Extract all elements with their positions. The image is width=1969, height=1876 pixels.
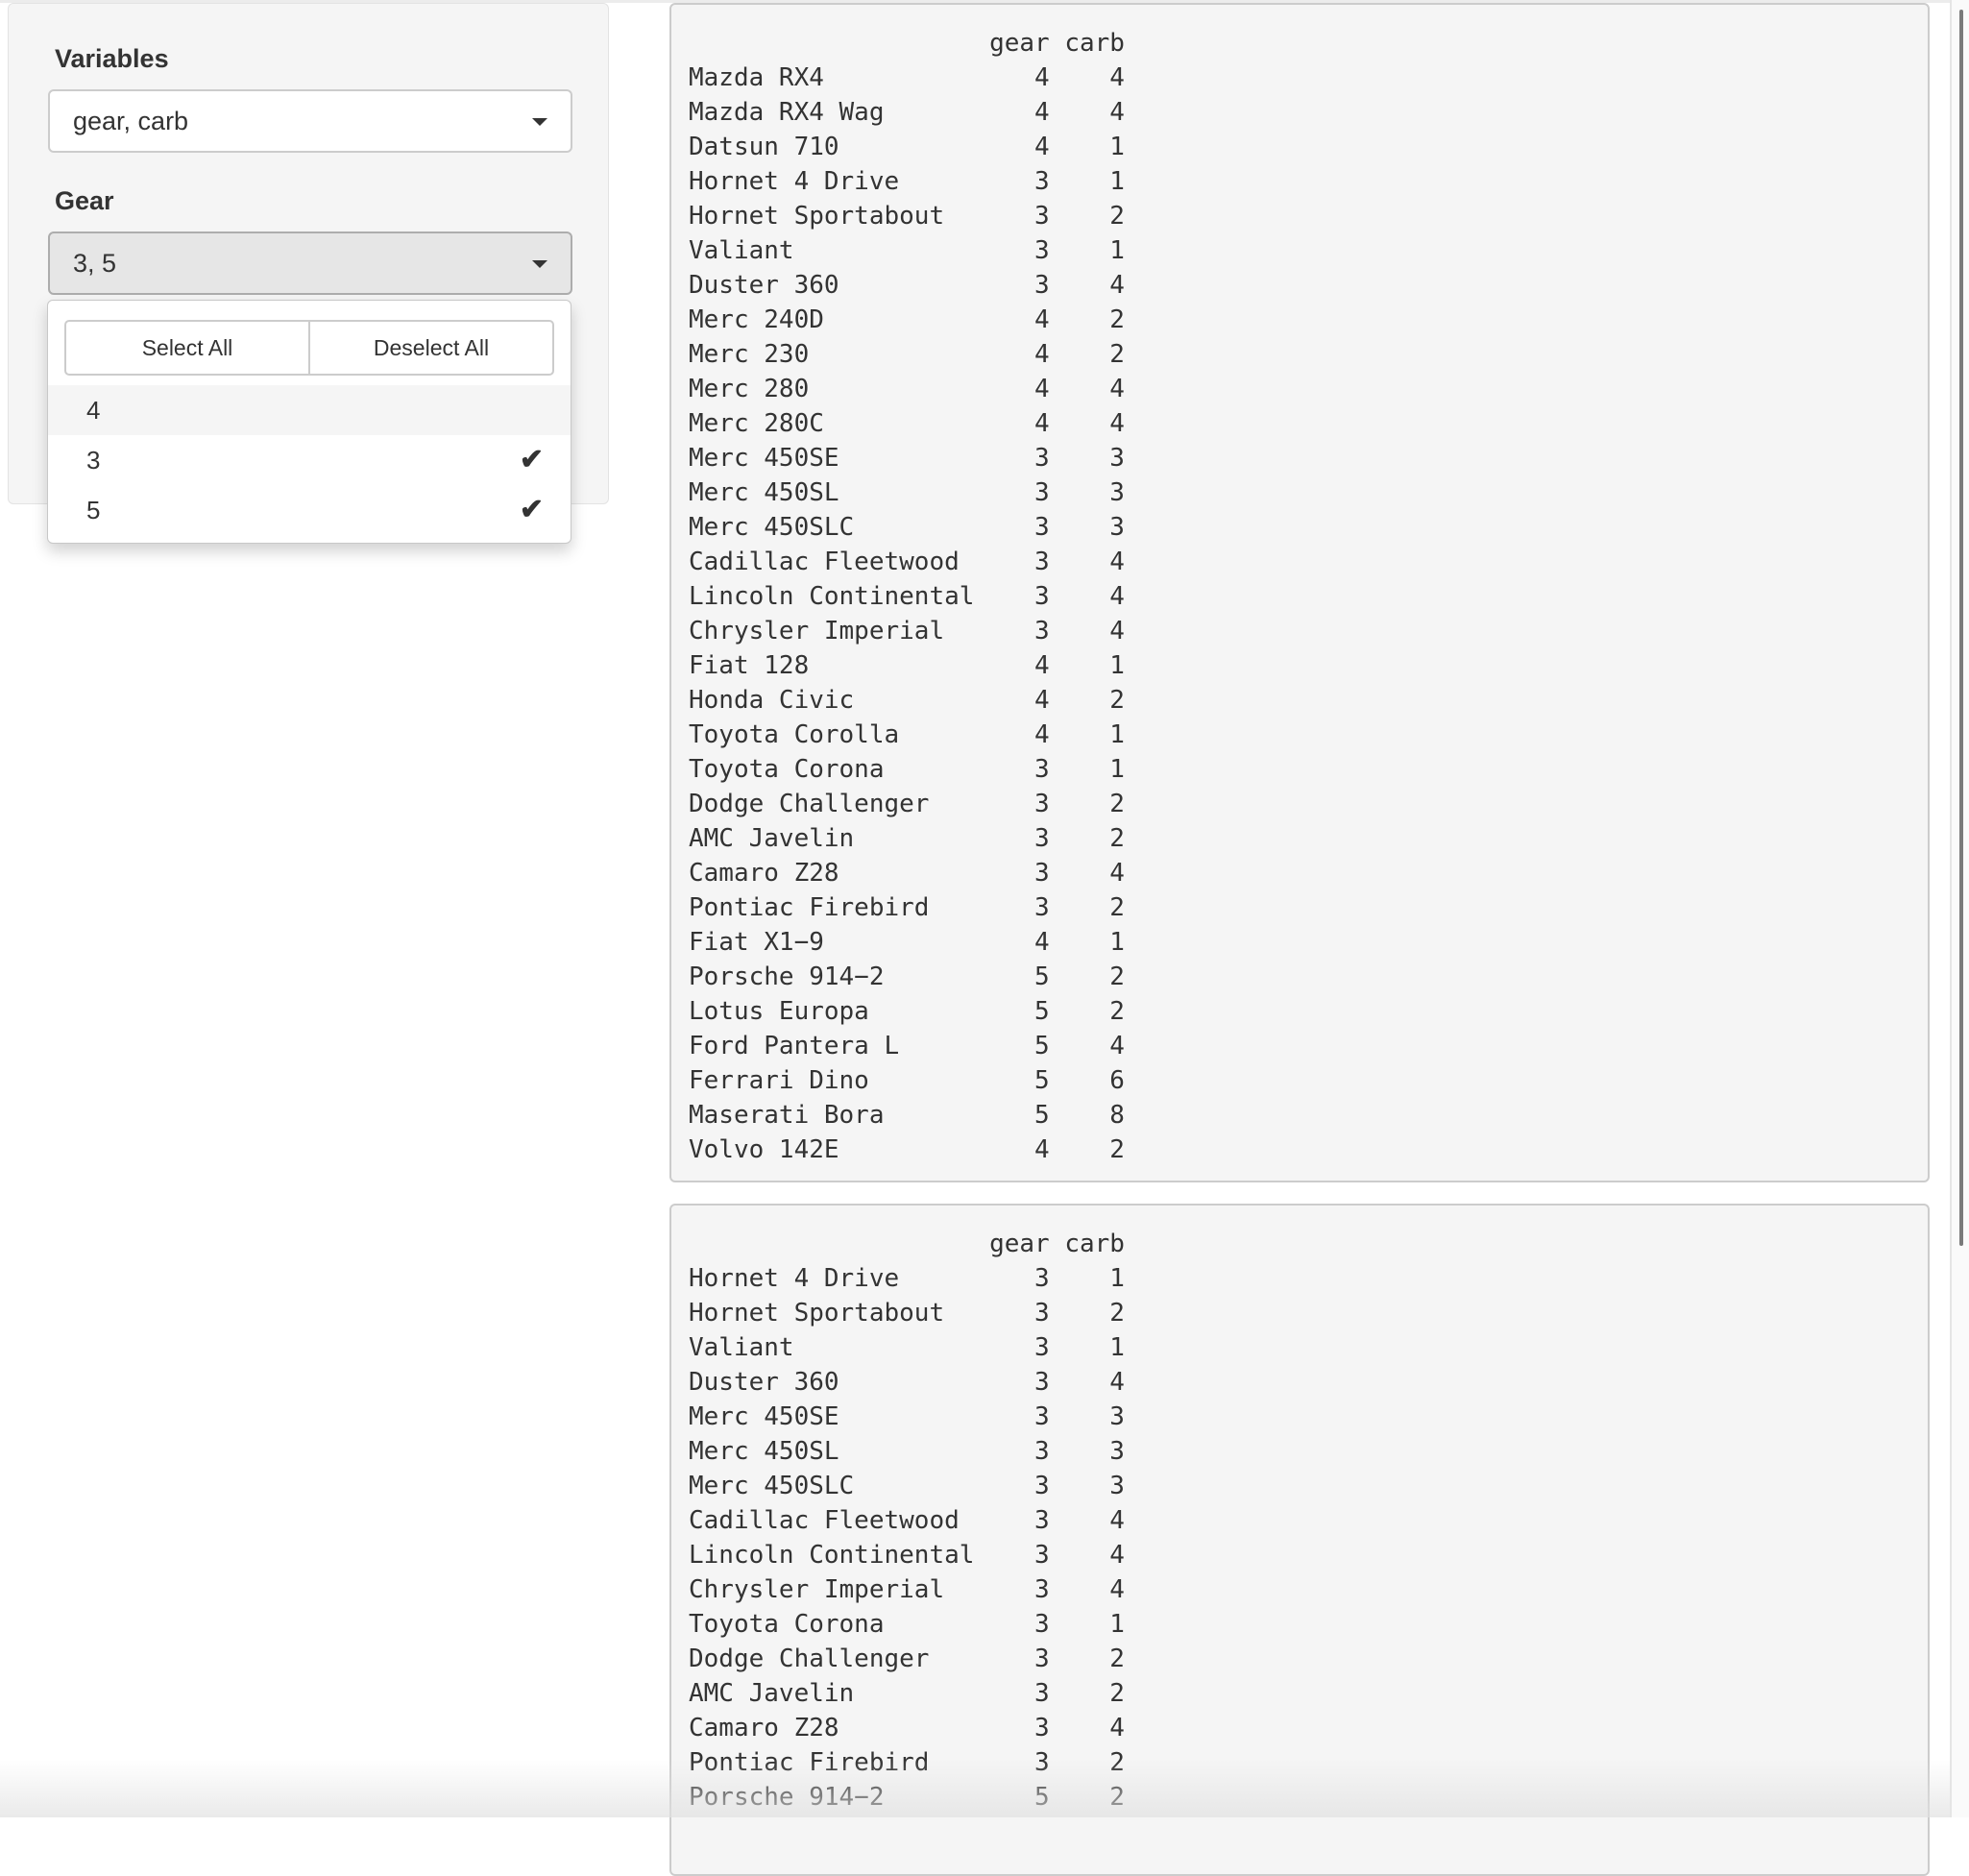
gear-option-label: 4 <box>86 396 101 425</box>
caret-down-icon <box>532 118 547 126</box>
checkmark-icon: ✔ <box>519 494 544 525</box>
table-row: Camaro Z28 3 4 <box>689 859 1125 888</box>
table-row: Cadillac Fleetwood 3 4 <box>689 1506 1125 1535</box>
gear-select[interactable]: 3, 5 <box>48 231 572 295</box>
variables-select[interactable]: gear, carb <box>48 89 572 153</box>
table-row: Merc 450SE 3 3 <box>689 1402 1125 1431</box>
table-row: Chrysler Imperial 3 4 <box>689 617 1125 646</box>
table-row: Hornet 4 Drive 3 1 <box>689 167 1125 196</box>
table-row: Merc 280 4 4 <box>689 375 1125 403</box>
table-row: Merc 450SLC 3 3 <box>689 1472 1125 1500</box>
output-panel-filtered: gear carb Hornet 4 Drive 3 1 Hornet Sporta… <box>669 1204 1930 1876</box>
table-row: Fiat 128 4 1 <box>689 651 1125 680</box>
scrollbar-thumb[interactable] <box>1959 10 1963 1246</box>
table-row: Ford Pantera L 5 4 <box>689 1032 1125 1060</box>
table-header: gear carb <box>689 1230 1125 1258</box>
table-row: Valiant 3 1 <box>689 1333 1125 1362</box>
table-row: Hornet Sportabout 3 2 <box>689 1299 1125 1328</box>
table-row: Toyota Corolla 4 1 <box>689 720 1125 749</box>
table-row: Dodge Challenger 3 2 <box>689 790 1125 818</box>
variables-label: Variables <box>55 44 169 73</box>
variables-select-value: gear, carb <box>73 107 189 135</box>
table-row: Chrysler Imperial 3 4 <box>689 1575 1125 1604</box>
gear-select-value: 3, 5 <box>73 249 117 278</box>
table-row: Merc 450SE 3 3 <box>689 444 1125 473</box>
table-row: AMC Javelin 3 2 <box>689 1679 1125 1708</box>
caret-down-icon <box>532 260 547 268</box>
table-row: Pontiac Firebird 3 2 <box>689 1748 1125 1777</box>
table-row: Merc 280C 4 4 <box>689 409 1125 438</box>
table-row: Mazda RX4 4 4 <box>689 63 1125 92</box>
deselect-all-button[interactable]: Deselect All <box>310 320 554 376</box>
table-row: Merc 240D 4 2 <box>689 305 1125 334</box>
gear-option-label: 3 <box>86 446 101 475</box>
table-row: Cadillac Fleetwood 3 4 <box>689 548 1125 576</box>
table-row: Duster 360 3 4 <box>689 1368 1125 1397</box>
table-row: Merc 450SL 3 3 <box>689 1437 1125 1466</box>
table-row: Valiant 3 1 <box>689 236 1125 265</box>
table-row: Hornet Sportabout 3 2 <box>689 202 1125 231</box>
table-row: Volvo 142E 4 2 <box>689 1135 1125 1164</box>
output-panel-all: gear carb Mazda RX4 4 4 Mazda RX4 Wag 4 4 D… <box>669 3 1930 1182</box>
gear-option[interactable]: 3 ✔ <box>48 435 571 485</box>
table-row: Lincoln Continental 3 4 <box>689 582 1125 611</box>
table-row: Merc 450SLC 3 3 <box>689 513 1125 542</box>
gear-dropdown-menu: Select All Deselect All 4 3 ✔ 5 ✔ <box>47 300 571 544</box>
table-row: Datsun 710 4 1 <box>689 133 1125 161</box>
table-row: Lotus Europa 5 2 <box>689 997 1125 1026</box>
table-row: AMC Javelin 3 2 <box>689 824 1125 853</box>
table-row: Toyota Corona 3 1 <box>689 755 1125 784</box>
bulk-actions: Select All Deselect All <box>64 320 554 376</box>
gear-option[interactable]: 5 ✔ <box>48 485 571 535</box>
table-row: Mazda RX4 Wag 4 4 <box>689 98 1125 127</box>
table-row: Pontiac Firebird 3 2 <box>689 893 1125 922</box>
table-row: Maserati Bora 5 8 <box>689 1101 1125 1130</box>
table-row: Toyota Corona 3 1 <box>689 1610 1125 1639</box>
checkmark-icon: ✔ <box>519 444 544 475</box>
select-all-button[interactable]: Select All <box>64 320 310 376</box>
page-scrollbar[interactable] <box>1950 0 1969 1817</box>
table-row: Camaro Z28 3 4 <box>689 1714 1125 1742</box>
table-row: Porsche 914−2 5 2 <box>689 1783 1125 1812</box>
gear-option-label: 5 <box>86 496 101 524</box>
table-row: Merc 450SL 3 3 <box>689 478 1125 507</box>
table-row: Lincoln Continental 3 4 <box>689 1541 1125 1570</box>
table-row: Porsche 914−2 5 2 <box>689 962 1125 991</box>
table-row: Merc 230 4 2 <box>689 340 1125 369</box>
table-output-all: gear carb Mazda RX4 4 4 Mazda RX4 Wag 4 4 D… <box>689 26 1928 1167</box>
table-row: Honda Civic 4 2 <box>689 686 1125 715</box>
table-row: Ferrari Dino 5 6 <box>689 1066 1125 1095</box>
table-header: gear carb <box>689 29 1125 58</box>
table-row: Duster 360 3 4 <box>689 271 1125 300</box>
gear-option[interactable]: 4 <box>48 385 571 435</box>
table-row: Fiat X1−9 4 1 <box>689 928 1125 957</box>
table-row: Dodge Challenger 3 2 <box>689 1645 1125 1673</box>
gear-label: Gear <box>55 186 114 215</box>
table-output-filtered: gear carb Hornet 4 Drive 3 1 Hornet Sporta… <box>689 1227 1928 1815</box>
table-row: Hornet 4 Drive 3 1 <box>689 1264 1125 1293</box>
